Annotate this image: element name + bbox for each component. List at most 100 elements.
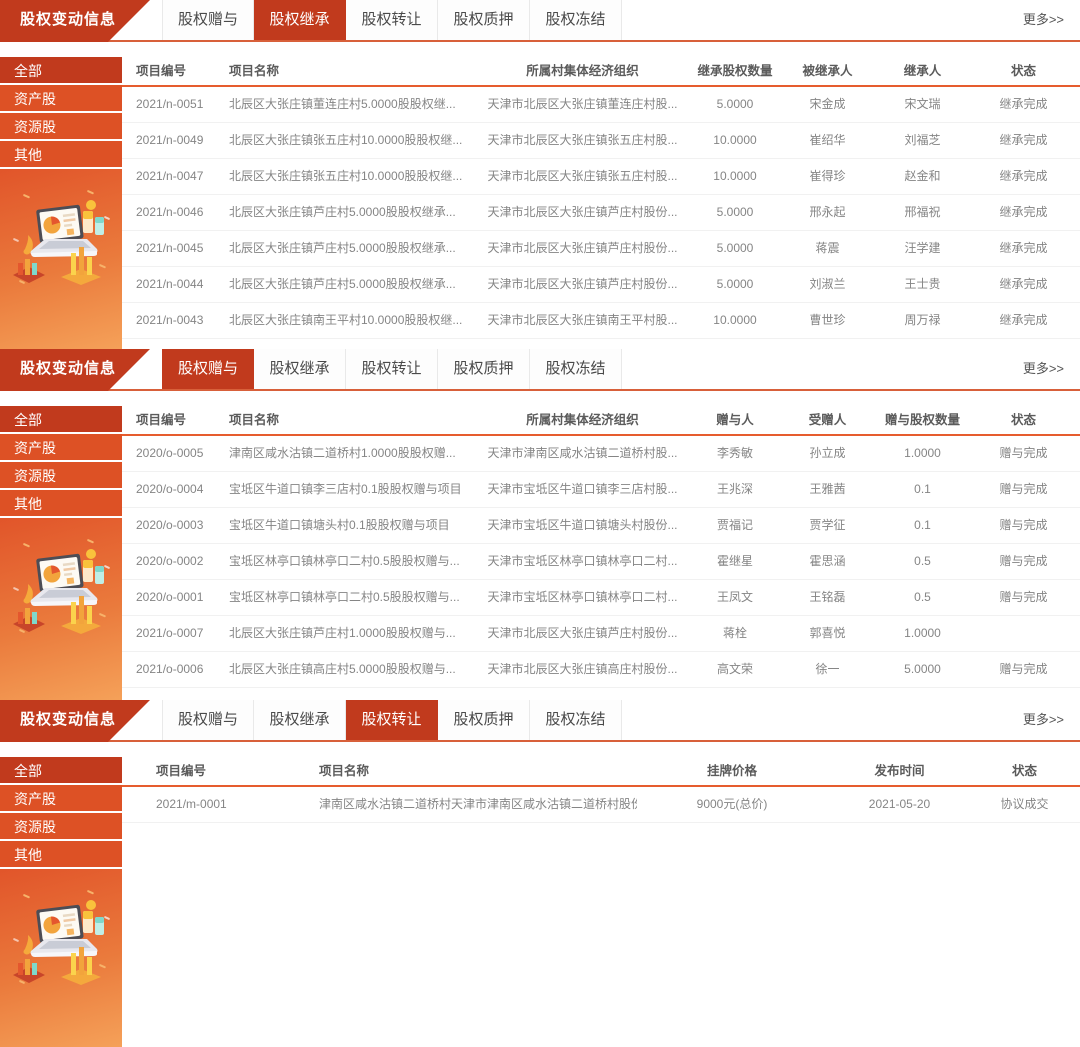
cell: 宝坻区牛道口镇李三店村0.1股股权赠与项目: [225, 472, 475, 507]
section-body: 全部资产股资源股其他 项目编号项目名称所属村集体经济组织赠与人受赠人赠与股权数量…: [0, 391, 1080, 700]
table-body: 2020/o-0005津南区咸水沽镇二道桥村1.0000股股权赠...天津市津南…: [122, 436, 1080, 688]
cell: 10.0000: [690, 159, 780, 194]
sidebar-item-资源股[interactable]: 资源股: [0, 813, 122, 841]
table-row[interactable]: 2021/n-0045北辰区大张庄镇芦庄村5.0000股股权继承...天津市北辰…: [122, 231, 1080, 267]
cell: 李秀敏: [690, 436, 780, 471]
cell: 孙立成: [780, 436, 875, 471]
more-link[interactable]: 更多>>: [1023, 700, 1064, 740]
cell: 天津市北辰区大张庄镇芦庄村股份...: [475, 616, 690, 651]
tab-股权冻结[interactable]: 股权冻结: [530, 349, 622, 389]
column-header: 受赠人: [780, 406, 875, 434]
table-row[interactable]: 2021/n-0044北辰区大张庄镇芦庄村5.0000股股权继承...天津市北辰…: [122, 267, 1080, 303]
column-header: 所属村集体经济组织: [475, 406, 690, 434]
cell: 北辰区大张庄镇芦庄村1.0000股股权赠与...: [225, 616, 475, 651]
cell: 9000元(总价): [637, 787, 827, 822]
sidebar-item-其他[interactable]: 其他: [0, 490, 122, 518]
cell: 2020/o-0002: [122, 544, 225, 579]
sidebar-item-全部[interactable]: 全部: [0, 757, 122, 785]
cell: 继承完成: [970, 87, 1077, 122]
tab-股权赠与[interactable]: 股权赠与: [162, 0, 254, 40]
cell: 2021/n-0047: [122, 159, 225, 194]
sidebar-item-资源股[interactable]: 资源股: [0, 113, 122, 141]
tab-股权转让[interactable]: 股权转让: [346, 0, 438, 40]
tab-股权冻结[interactable]: 股权冻结: [530, 700, 622, 740]
tab-股权转让[interactable]: 股权转让: [346, 700, 438, 740]
cell: 津南区咸水沽镇二道桥村天津市津南区咸水沽镇二道桥村股份经...: [302, 787, 637, 822]
cell: 继承完成: [970, 159, 1077, 194]
cell: 北辰区大张庄镇张五庄村10.0000股股权继...: [225, 123, 475, 158]
table-row[interactable]: 2021/o-0006北辰区大张庄镇高庄村5.0000股股权赠与...天津市北辰…: [122, 652, 1080, 688]
table-header: 项目编号项目名称所属村集体经济组织继承股权数量被继承人继承人状态: [122, 57, 1080, 87]
tab-股权赠与[interactable]: 股权赠与: [162, 349, 254, 389]
column-header: 项目名称: [225, 57, 475, 85]
table-row[interactable]: 2021/m-0001津南区咸水沽镇二道桥村天津市津南区咸水沽镇二道桥村股份经.…: [122, 787, 1080, 823]
table-row[interactable]: 2021/n-0046北辰区大张庄镇芦庄村5.0000股股权继承...天津市北辰…: [122, 195, 1080, 231]
cell: 宝坻区林亭口镇林亭口二村0.5股股权赠与...: [225, 544, 475, 579]
table-row[interactable]: 2021/n-0051北辰区大张庄镇董连庄村5.0000股股权继...天津市北辰…: [122, 87, 1080, 123]
sidebar-item-全部[interactable]: 全部: [0, 57, 122, 85]
column-header: 继承人: [875, 57, 970, 85]
column-header: 状态: [970, 57, 1077, 85]
tab-bar: 股权赠与股权继承股权转让股权质押股权冻结: [162, 0, 622, 40]
tab-股权质押[interactable]: 股权质押: [438, 0, 530, 40]
tab-股权质押[interactable]: 股权质押: [438, 349, 530, 389]
cell: 北辰区大张庄镇芦庄村5.0000股股权继承...: [225, 267, 475, 302]
cell: 北辰区大张庄镇芦庄村5.0000股股权继承...: [225, 231, 475, 266]
section-header-bar: 股权变动信息 股权赠与股权继承股权转让股权质押股权冻结 更多>>: [0, 0, 1080, 42]
table-header: 项目编号项目名称所属村集体经济组织赠与人受赠人赠与股权数量状态: [122, 406, 1080, 436]
cell: 北辰区大张庄镇董连庄村5.0000股股权继...: [225, 87, 475, 122]
sidebar-item-全部[interactable]: 全部: [0, 406, 122, 434]
sidebar-item-其他[interactable]: 其他: [0, 841, 122, 869]
column-header: 所属村集体经济组织: [475, 57, 690, 85]
cell: 2021/o-0007: [122, 616, 225, 651]
sidebar-item-其他[interactable]: 其他: [0, 141, 122, 169]
table-row[interactable]: 2020/o-0004宝坻区牛道口镇李三店村0.1股股权赠与项目天津市宝坻区牛道…: [122, 472, 1080, 508]
sidebar-menu: 全部资产股资源股其他: [0, 406, 122, 518]
sidebar-item-资源股[interactable]: 资源股: [0, 462, 122, 490]
cell: 津南区咸水沽镇二道桥村1.0000股股权赠...: [225, 436, 475, 471]
tab-bar: 股权赠与股权继承股权转让股权质押股权冻结: [162, 349, 622, 389]
cell: 天津市宝坻区牛道口镇塘头村股份...: [475, 508, 690, 543]
table-row[interactable]: 2020/o-0005津南区咸水沽镇二道桥村1.0000股股权赠...天津市津南…: [122, 436, 1080, 472]
table-row[interactable]: 2021/n-0047北辰区大张庄镇张五庄村10.0000股股权继...天津市北…: [122, 159, 1080, 195]
table-row[interactable]: 2021/n-0049北辰区大张庄镇张五庄村10.0000股股权继...天津市北…: [122, 123, 1080, 159]
more-link[interactable]: 更多>>: [1023, 349, 1064, 389]
table-row[interactable]: 2021/n-0043北辰区大张庄镇南王平村10.0000股股权继...天津市北…: [122, 303, 1080, 339]
table-row[interactable]: 2020/o-0001宝坻区林亭口镇林亭口二村0.5股股权赠与...天津市宝坻区…: [122, 580, 1080, 616]
cell: 10.0000: [690, 303, 780, 338]
sidebar-item-资产股[interactable]: 资产股: [0, 85, 122, 113]
tab-股权转让[interactable]: 股权转让: [346, 349, 438, 389]
cell: 0.1: [875, 472, 970, 507]
sidebar-item-资产股[interactable]: 资产股: [0, 434, 122, 462]
tab-股权冻结[interactable]: 股权冻结: [530, 0, 622, 40]
cell: 贾学征: [780, 508, 875, 543]
sidebar-item-资产股[interactable]: 资产股: [0, 785, 122, 813]
sidebar: 全部资产股资源股其他: [0, 406, 122, 700]
cell: 贾福记: [690, 508, 780, 543]
cell: 天津市宝坻区林亭口镇林亭口二村...: [475, 544, 690, 579]
cell: 王雅茜: [780, 472, 875, 507]
cell: 王士贵: [875, 267, 970, 302]
tab-股权质押[interactable]: 股权质押: [438, 700, 530, 740]
cell: 2020/o-0005: [122, 436, 225, 471]
table-row[interactable]: 2020/o-0002宝坻区林亭口镇林亭口二村0.5股股权赠与...天津市宝坻区…: [122, 544, 1080, 580]
cell: 宋文瑞: [875, 87, 970, 122]
table-row[interactable]: 2021/o-0007北辰区大张庄镇芦庄村1.0000股股权赠与...天津市北辰…: [122, 616, 1080, 652]
section-title-ribbon: 股权变动信息: [0, 0, 150, 42]
cell: 蒋震: [780, 231, 875, 266]
cell: 赠与完成: [970, 436, 1077, 471]
more-link[interactable]: 更多>>: [1023, 0, 1064, 40]
cell: 天津市北辰区大张庄镇张五庄村股...: [475, 123, 690, 158]
cell: 北辰区大张庄镇芦庄村5.0000股股权继承...: [225, 195, 475, 230]
tab-股权赠与[interactable]: 股权赠与: [162, 700, 254, 740]
equity-section-transfer: 股权变动信息 股权赠与股权继承股权转让股权质押股权冻结 更多>> 全部资产股资源…: [0, 700, 1080, 1047]
tab-股权继承[interactable]: 股权继承: [254, 0, 346, 40]
tab-股权继承[interactable]: 股权继承: [254, 700, 346, 740]
column-header: 继承股权数量: [690, 57, 780, 85]
table-body: 2021/n-0051北辰区大张庄镇董连庄村5.0000股股权继...天津市北辰…: [122, 87, 1080, 339]
tab-股权继承[interactable]: 股权继承: [254, 349, 346, 389]
cell: 5.0000: [875, 652, 970, 687]
sidebar-illustration-zone: [0, 518, 122, 700]
table-row[interactable]: 2020/o-0003宝坻区牛道口镇塘头村0.1股股权赠与项目天津市宝坻区牛道口…: [122, 508, 1080, 544]
cell: 天津市北辰区大张庄镇芦庄村股份...: [475, 195, 690, 230]
